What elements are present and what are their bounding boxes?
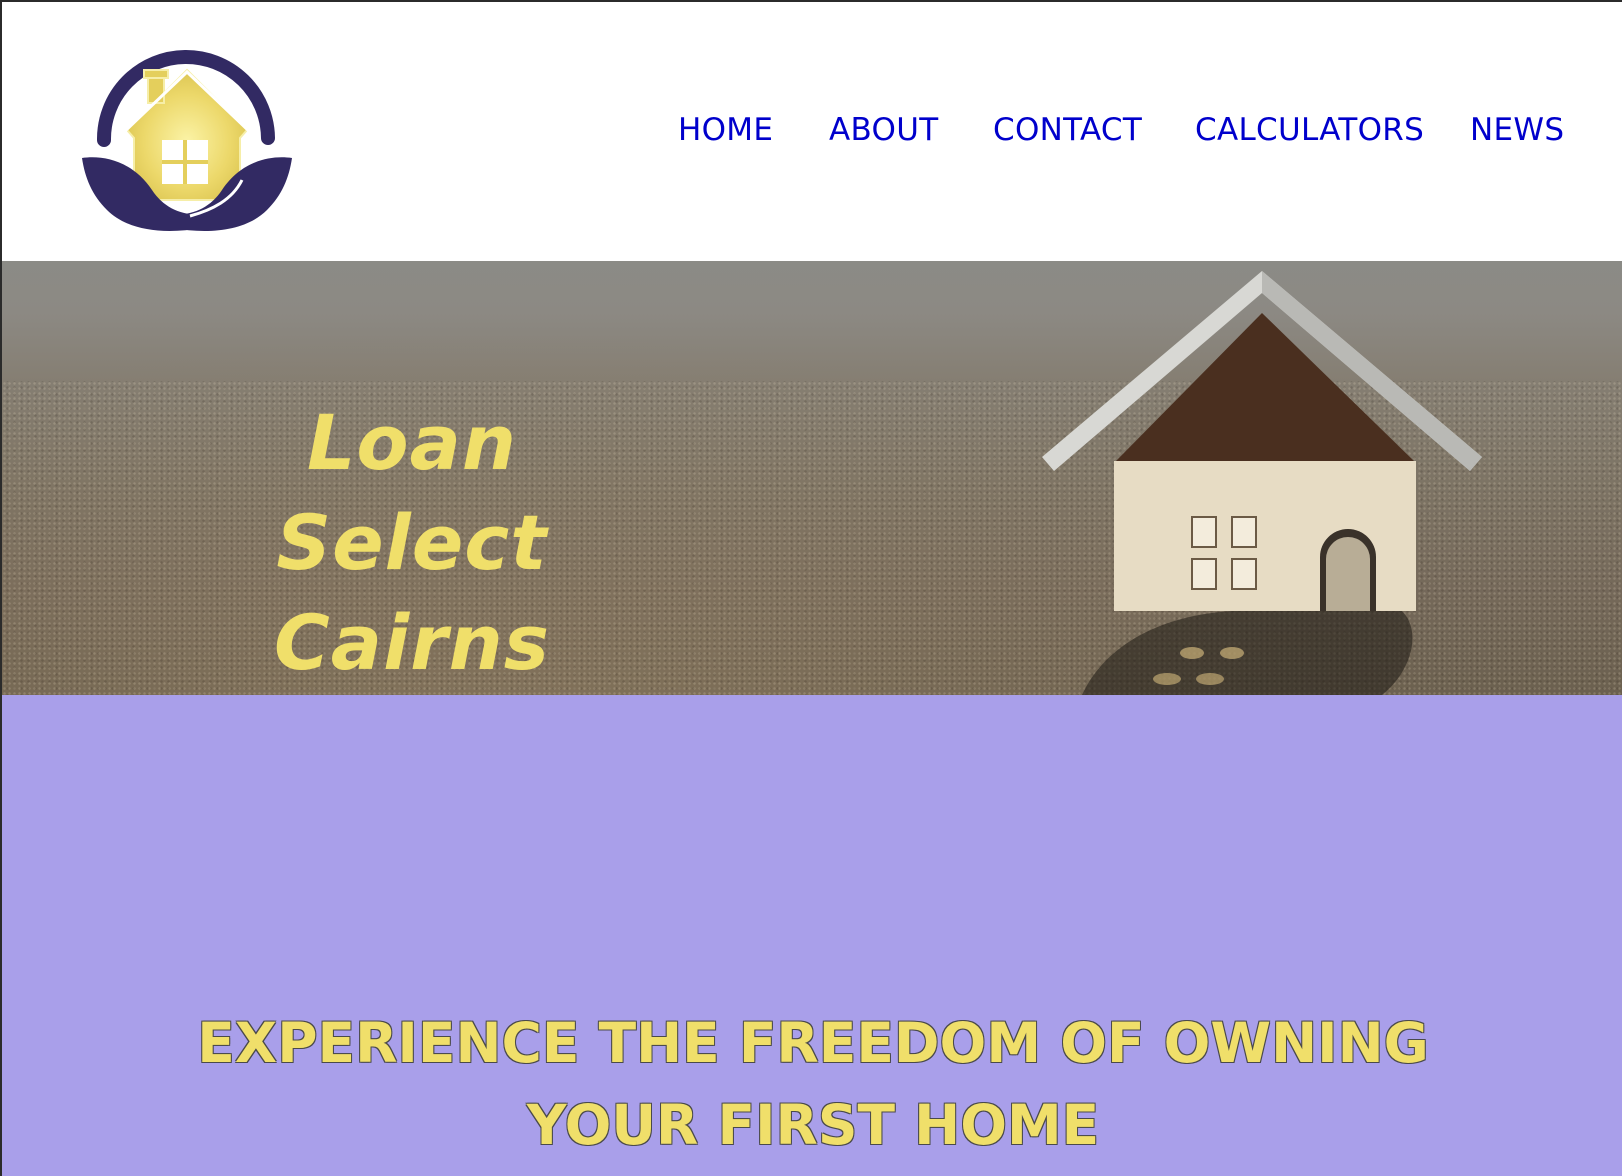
- model-house-icon: [1042, 271, 1482, 695]
- main-nav: HOME ABOUT CONTACT CALCULATORS NEWS: [2, 112, 1622, 152]
- nav-about-link[interactable]: ABOUT: [829, 112, 938, 148]
- hero-title-line-2: Cairns: [274, 598, 550, 687]
- tagline-line-1: EXPERIENCE THE FREEDOM OF OWNING: [197, 1011, 1429, 1075]
- nav-home-link[interactable]: HOME: [678, 112, 773, 148]
- tagline-heading: EXPERIENCE THE FREEDOM OF OWNING YOUR FI…: [2, 1002, 1622, 1166]
- nav-calculators-link[interactable]: CALCULATORS: [1195, 112, 1424, 148]
- hero-title-line-1: Loan Select: [276, 398, 548, 587]
- tagline-line-2: YOUR FIRST HOME: [526, 1093, 1100, 1157]
- tagline-section: EXPERIENCE THE FREEDOM OF OWNING YOUR FI…: [2, 695, 1622, 1176]
- site-header: HOME ABOUT CONTACT CALCULATORS NEWS: [2, 2, 1622, 261]
- hero-banner: Loan Select Cairns: [2, 261, 1622, 695]
- nav-news-link[interactable]: NEWS: [1470, 112, 1564, 148]
- nav-contact-link[interactable]: CONTACT: [993, 112, 1142, 148]
- page-frame: HOME ABOUT CONTACT CALCULATORS NEWS Loan…: [0, 0, 1622, 1176]
- hero-title: Loan Select Cairns: [192, 393, 632, 693]
